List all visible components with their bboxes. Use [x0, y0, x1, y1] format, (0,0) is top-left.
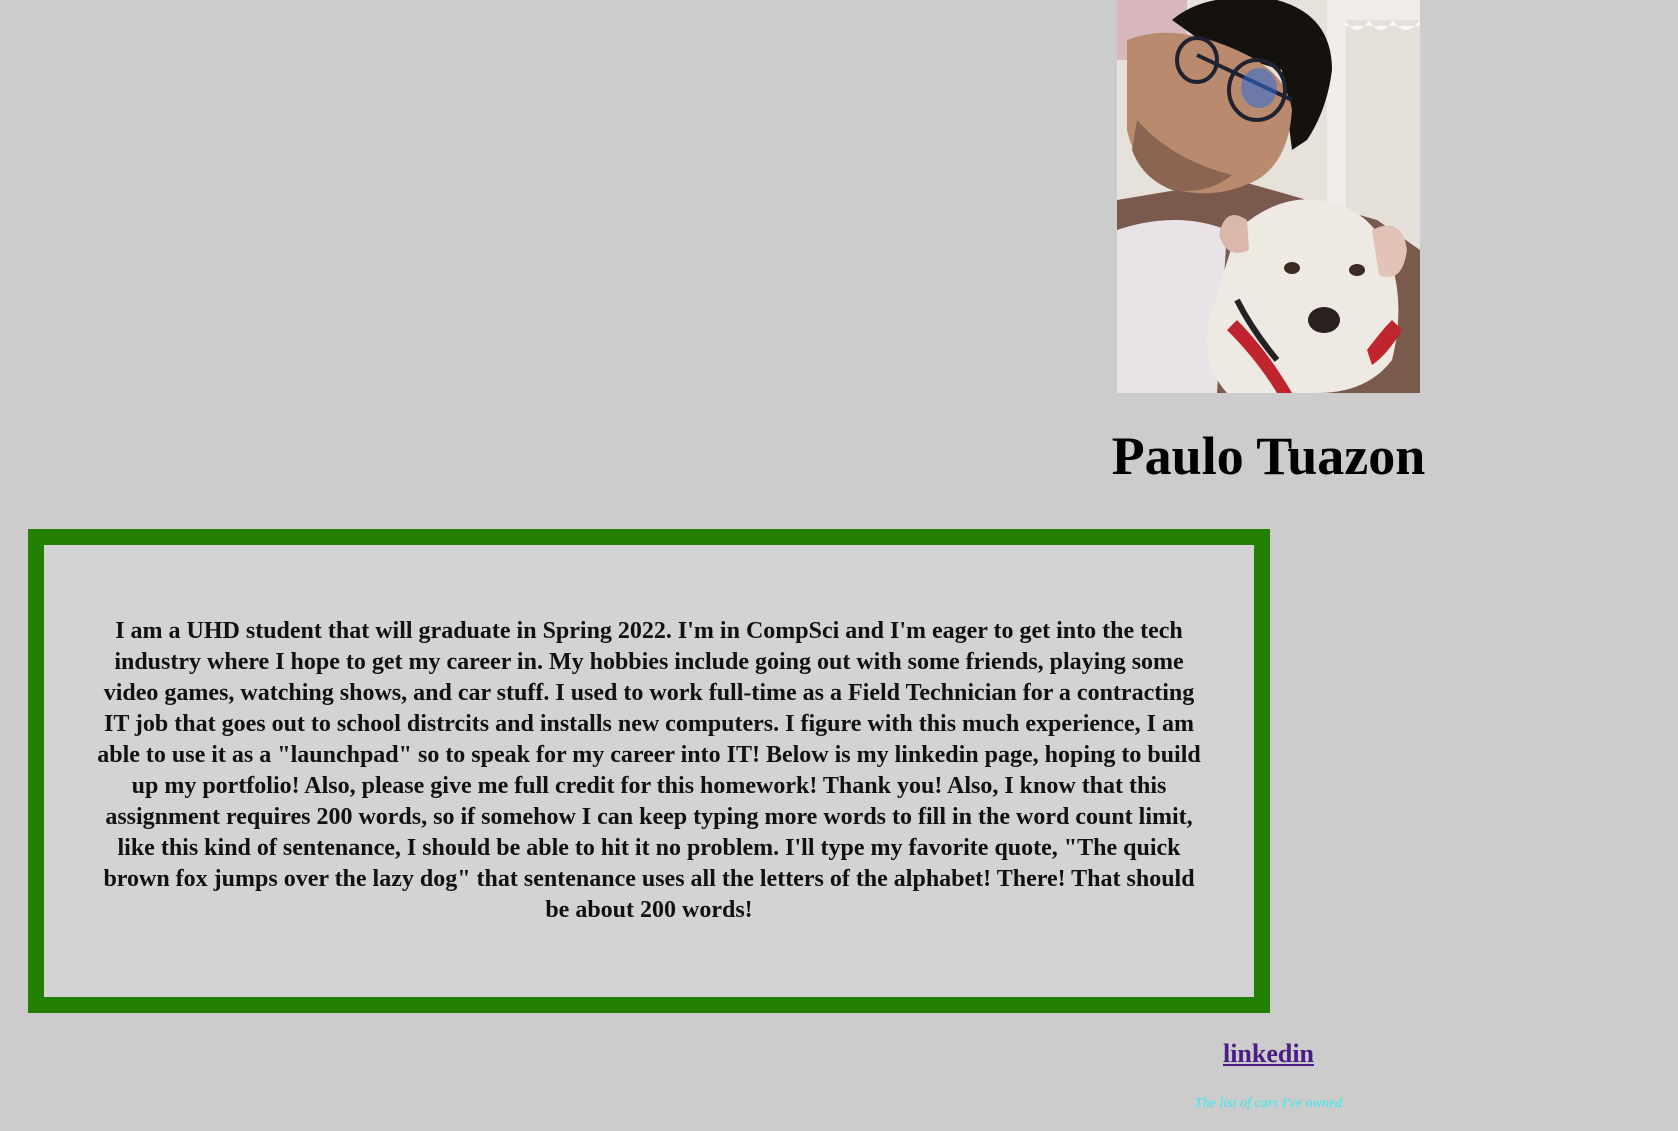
bio-box: I am a UHD student that will graduate in…: [28, 529, 1270, 1013]
profile-photo: [1117, 0, 1420, 393]
linkedin-link[interactable]: linkedin: [1100, 1039, 1437, 1069]
profile-photo-image: [1117, 0, 1420, 393]
cars-owned-link[interactable]: The list of cars I've owned: [1100, 1096, 1437, 1112]
bio-text: I am a UHD student that will graduate in…: [97, 618, 1201, 923]
page-title: Paulo Tuazon: [1111, 426, 1426, 486]
